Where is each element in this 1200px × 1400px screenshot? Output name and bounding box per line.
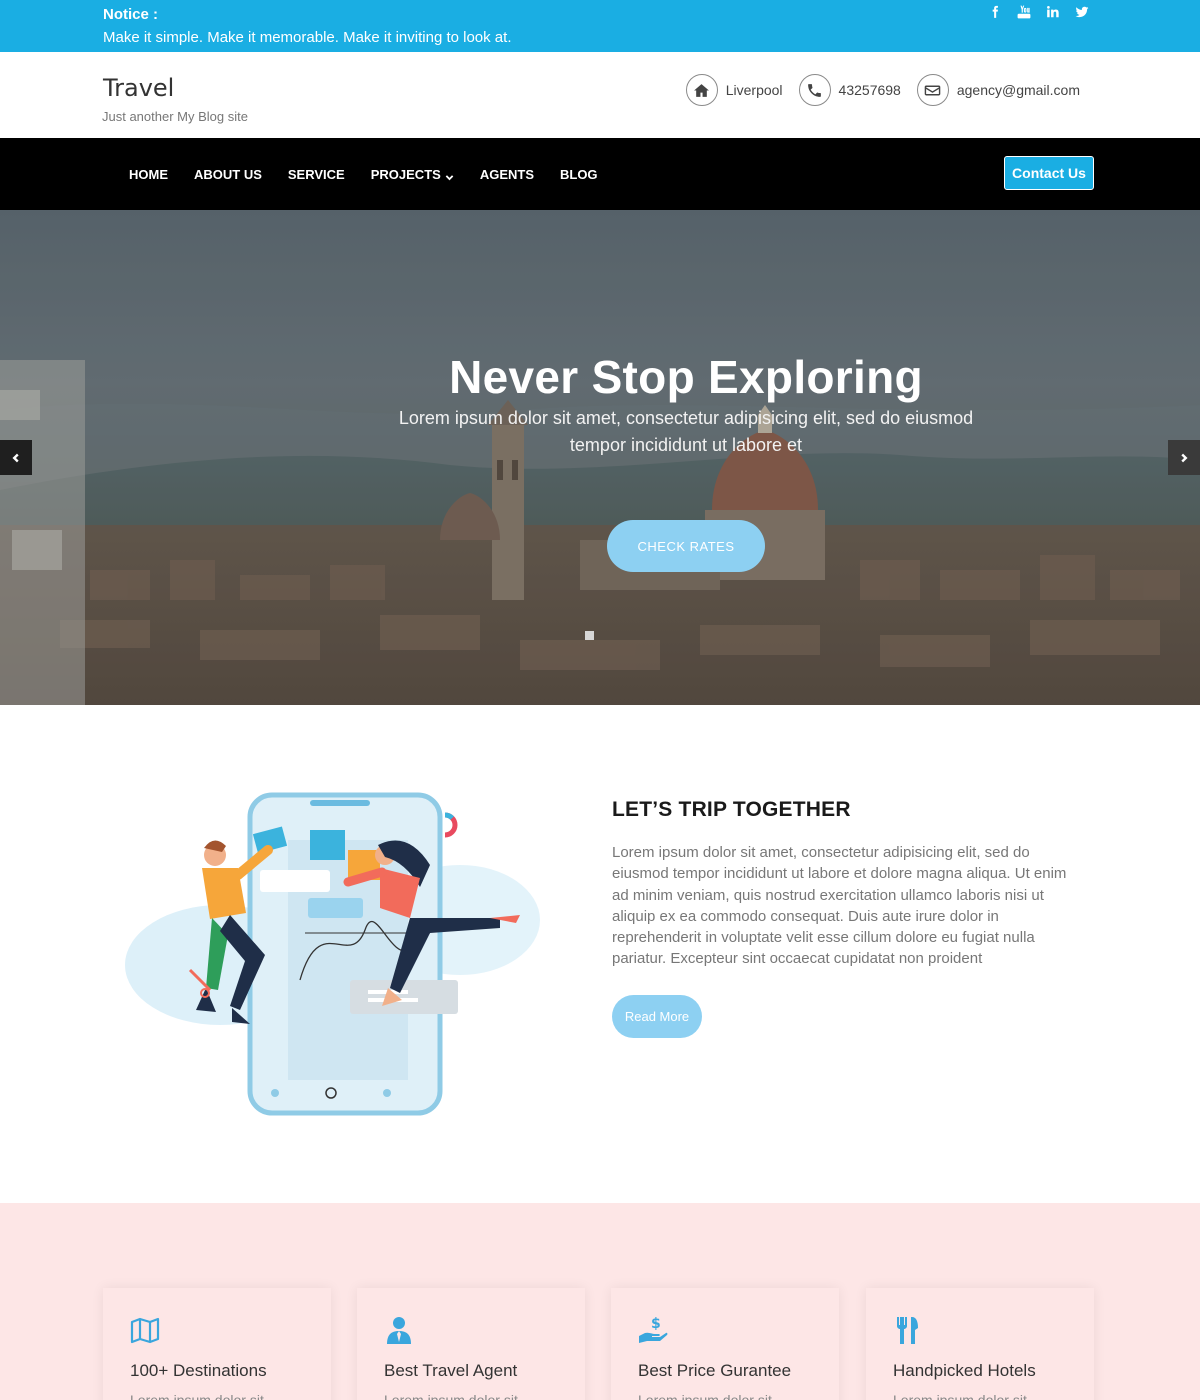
nav-menu: HOME ABOUT US SERVICE PROJECTS AGENTS BL… [116, 138, 611, 210]
map-icon [129, 1314, 161, 1346]
feature-text: Lorem ipsum dolor sit [384, 1392, 518, 1400]
nav-item-label: SERVICE [287, 166, 345, 182]
social-links [986, 3, 1090, 20]
nav-item-agents[interactable]: AGENTS [480, 167, 534, 182]
main-nav: HOME ABOUT US SERVICE PROJECTS AGENTS BL… [0, 138, 1200, 210]
linkedin-icon[interactable] [1044, 3, 1061, 20]
agent-icon [383, 1314, 415, 1346]
slider-indicator[interactable] [585, 631, 594, 640]
about-title: LET’S TRIP TOGETHER [612, 798, 851, 821]
nav-item-label: HOME [129, 166, 168, 182]
nav-item-projects[interactable]: PROJECTS [371, 167, 454, 182]
feature-card[interactable]: Best Travel Agent Lorem ipsum dolor sit [357, 1288, 585, 1400]
facebook-icon[interactable] [986, 3, 1003, 20]
phone-text: 43257698 [838, 82, 901, 98]
read-more-button[interactable]: Read More [612, 995, 702, 1038]
nav-item-label: ABOUT US [194, 166, 262, 182]
home-icon [685, 74, 718, 106]
site-tagline: Just another My Blog site [102, 109, 248, 124]
cutlery-icon [892, 1314, 924, 1346]
feature-text: Lorem ipsum dolor sit [130, 1392, 264, 1400]
chevron-down-icon [445, 170, 454, 180]
feature-title: Best Price Gurantee [638, 1361, 792, 1380]
nav-item-about-us[interactable]: ABOUT US [194, 167, 262, 182]
price-icon: $ [637, 1314, 669, 1346]
hero-title: Never Stop Exploring [449, 351, 923, 403]
feature-text: Lorem ipsum dolor sit [893, 1392, 1027, 1400]
nav-item-blog[interactable]: BLOG [560, 167, 598, 182]
youtube-icon[interactable] [1015, 3, 1032, 20]
site-title[interactable]: Travel [103, 74, 174, 102]
site-header: Travel Just another My Blog site Liverpo… [0, 52, 1200, 138]
feature-title: Handpicked Hotels [893, 1361, 1036, 1380]
notice-title: Notice : [103, 6, 159, 23]
contact-us-button[interactable]: Contact Us [1004, 156, 1094, 190]
hero-subtitle: Lorem ipsum dolor sit amet, consectetur … [398, 408, 974, 455]
feature-text: Lorem ipsum dolor sit [638, 1392, 772, 1400]
nav-item-label: BLOG [559, 166, 598, 182]
feature-card[interactable]: Handpicked Hotels Lorem ipsum dolor sit [866, 1288, 1094, 1400]
nav-item-service[interactable]: SERVICE [288, 167, 345, 182]
nav-item-label: AGENTS [479, 166, 534, 182]
envelope-icon [916, 74, 949, 106]
slider-prev-button[interactable] [0, 440, 32, 475]
twitter-icon[interactable] [1073, 3, 1090, 20]
notice-bar: Notice : Make it simple. Make it memorab… [0, 0, 1200, 52]
svg-text:$: $ [651, 1316, 661, 1332]
about-text: Lorem ipsum dolor sit amet, consectetur … [612, 844, 1067, 968]
features-section: 100+ Destinations Lorem ipsum dolor sit … [0, 1203, 1200, 1400]
feature-card[interactable]: 100+ Destinations Lorem ipsum dolor sit [103, 1288, 331, 1400]
feature-title: Best Travel Agent [384, 1361, 518, 1380]
check-rates-button[interactable]: CHECK RATES [607, 520, 765, 572]
about-section: LET’S TRIP TOGETHER Lorem ipsum dolor si… [0, 705, 1200, 1203]
slider-next-button[interactable] [1168, 440, 1200, 475]
hero-slider: Never Stop Exploring Lorem ipsum dolor s… [0, 210, 1200, 705]
header-contact-info: Liverpool 43257698 agency@gmail.com [670, 74, 1080, 106]
nav-item-label: PROJECTS [370, 166, 441, 182]
location-text: Liverpool [725, 82, 783, 98]
teamwork-illustration [125, 792, 540, 1116]
notice-text: Make it simple. Make it memorable. Make … [103, 29, 512, 46]
chevron-right-icon [1181, 453, 1188, 462]
phone-icon [798, 74, 831, 106]
feature-title: 100+ Destinations [130, 1361, 267, 1380]
chevron-left-icon [12, 453, 19, 462]
phone-item: 43257698 [798, 74, 901, 106]
feature-card[interactable]: $ Best Price Gurantee Lorem ipsum dolor … [611, 1288, 839, 1400]
location-item: Liverpool [685, 74, 783, 106]
email-text: agency@gmail.com [956, 82, 1080, 98]
nav-item-home[interactable]: HOME [129, 167, 168, 182]
email-item: agency@gmail.com [916, 74, 1080, 106]
